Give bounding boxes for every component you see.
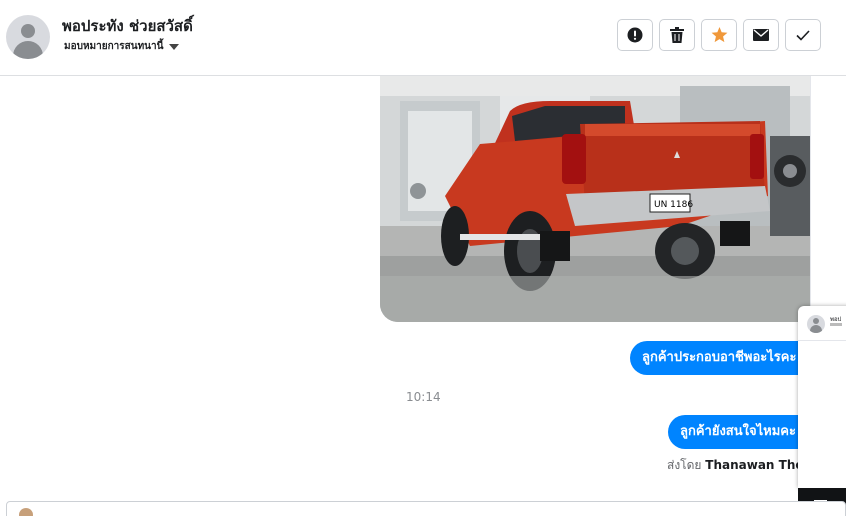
- trash-icon: [670, 27, 684, 43]
- svg-text:UN 1186: UN 1186: [654, 200, 693, 210]
- panel-divider: [798, 340, 846, 341]
- checkmark-icon: [796, 29, 810, 41]
- conversation-header: พอประทัง ช่วยสวัสดิ์ มอบหมายการสนทนานี้: [0, 0, 846, 76]
- assign-conversation-dropdown[interactable]: มอบหมายการสนทนานี้: [64, 39, 180, 54]
- star-button[interactable]: [701, 19, 737, 51]
- envelope-icon: [753, 29, 769, 41]
- exclamation-circle-icon: [627, 27, 643, 43]
- contact-avatar[interactable]: [6, 15, 50, 59]
- sender-name[interactable]: Thanawan Thon: [705, 458, 812, 472]
- contact-name[interactable]: พอประทัง ช่วยสวัสดิ์: [62, 14, 193, 38]
- avatar-head-shape: [21, 24, 35, 38]
- message-timestamp: 10:14: [406, 390, 441, 404]
- mini-avatar-head-shape: [813, 318, 819, 324]
- mini-contact-avatar: [807, 315, 825, 333]
- delete-button[interactable]: [659, 19, 695, 51]
- chevron-down-icon: [169, 43, 180, 50]
- conversation-toolbar: [617, 19, 821, 51]
- side-overlay-panel[interactable]: พอป: [798, 306, 846, 488]
- sent-by-prefix: ส่งโดย: [667, 458, 702, 472]
- mark-unread-button[interactable]: [743, 19, 779, 51]
- star-icon: [711, 27, 727, 43]
- message-image-red-pickup-truck[interactable]: UN 1186: [380, 76, 810, 322]
- sent-by-label: ส่งโดย Thanawan Thon: [667, 456, 812, 475]
- truck-photo-drawing: UN 1186: [380, 76, 810, 322]
- mark-done-button[interactable]: [785, 19, 821, 51]
- mini-subtitle-line: [830, 323, 842, 326]
- mark-spam-button[interactable]: [617, 19, 653, 51]
- message-composer[interactable]: [6, 501, 846, 516]
- inbox-app: พอประทัง ช่วยสวัสดิ์ มอบหมายการสนทนานี้: [0, 0, 846, 516]
- message-thread: UN 1186 ลูกค้าประกอบอาชีพอะไรคะ 10:14 ลู…: [0, 76, 846, 500]
- assign-label: มอบหมายการสนทนานี้: [64, 41, 164, 52]
- outgoing-message-bubble[interactable]: ลูกค้ายังสนใจไหมคะ: [668, 415, 810, 449]
- mini-avatar-body-shape: [810, 325, 822, 333]
- composer-avatar: [19, 508, 33, 516]
- outgoing-message-bubble[interactable]: ลูกค้าประกอบอาชีพอะไรคะ: [630, 341, 810, 375]
- avatar-body-shape: [13, 41, 43, 59]
